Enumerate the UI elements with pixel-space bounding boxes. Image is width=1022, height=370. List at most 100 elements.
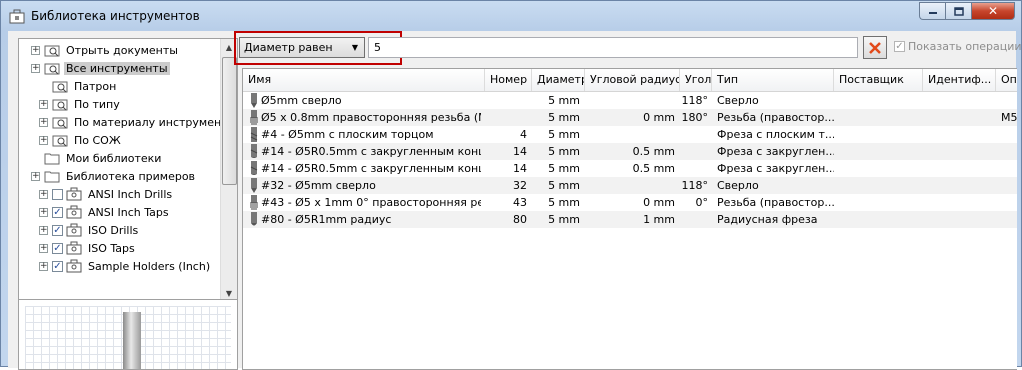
cell-op: M5 (1001, 111, 1017, 124)
cell-id (928, 143, 996, 160)
cell-vendor (839, 126, 923, 143)
library-icon (66, 205, 86, 219)
expand-icon[interactable]: + (39, 99, 48, 109)
column-header[interactable]: Угол (680, 69, 712, 91)
show-operations-toggle[interactable]: ✓ Показать операции (894, 40, 1022, 53)
tree-item[interactable]: + По материалу инструмента (39, 113, 236, 131)
tree-item[interactable]: + ✓ Sample Holders (Inch) (39, 257, 212, 275)
cell-corner-radius (585, 126, 675, 143)
table-header: Имя Номер Диаметр Угловой радиус Угол Тип Пост… (243, 69, 1017, 92)
show-operations-checkbox[interactable]: ✓ (894, 41, 905, 52)
column-header[interactable]: Диаметр (532, 69, 585, 91)
expand-icon[interactable]: + (39, 189, 48, 199)
tree-item-label: По материалу инструмента (74, 115, 235, 129)
tree-item[interactable]: + ✓ ANSI Inch Taps (39, 203, 171, 221)
cell-type: Фреза с закруглен... (717, 145, 834, 158)
tree-scroll-thumb[interactable] (222, 57, 237, 185)
tree-item[interactable]: Патрон (39, 77, 118, 95)
cell-number (485, 109, 527, 126)
table-row[interactable]: Ø5mm сверло 5 mm 118° Сверло (243, 92, 1017, 109)
chevron-down-icon: ▼ (351, 43, 358, 52)
library-checkbox[interactable]: ✓ (52, 242, 63, 254)
tree-item[interactable]: + По СОЖ (39, 131, 123, 149)
cell-number: 43 (513, 196, 527, 209)
clear-filter-button[interactable] (863, 36, 887, 59)
folder-icon (44, 151, 64, 165)
library-checkbox[interactable] (52, 188, 63, 200)
expand-icon[interactable]: + (39, 261, 48, 271)
expand-icon[interactable]: + (39, 117, 48, 127)
tree-item[interactable]: + По типу (39, 95, 122, 113)
column-header[interactable]: Номер (485, 69, 532, 91)
column-header[interactable]: Угловой радиус (585, 69, 680, 91)
table-row[interactable]: #14 - Ø5R0.5mm с закругленным концом 14 5 … (243, 160, 1017, 177)
maximize-button[interactable] (945, 2, 971, 20)
close-button[interactable]: ✕ (971, 2, 1015, 20)
by-material-icon (52, 115, 72, 129)
filter-value-input[interactable]: 5 (368, 37, 858, 58)
cell-type: Радиусная фреза (717, 213, 818, 226)
cell-type: Сверло (717, 94, 759, 107)
column-header[interactable]: Имя (243, 69, 485, 91)
tree-item-label: ANSI Inch Drills (88, 187, 173, 201)
column-header[interactable]: Оп (996, 69, 1017, 91)
cell-vendor (839, 109, 923, 126)
tree-item[interactable]: + ANSI Inch Drills (39, 185, 174, 203)
cell-angle: 180° (681, 111, 709, 124)
tree-item[interactable]: + Все инструменты (31, 59, 170, 77)
table-row[interactable]: #32 - Ø5mm сверло 32 5 mm 118° Сверло (243, 177, 1017, 194)
column-header[interactable]: Тип (712, 69, 834, 91)
tree-item-label: Все инструменты (64, 61, 170, 75)
tree-item[interactable]: + Библиотека примеров (31, 167, 197, 185)
show-operations-label: Показать операции (908, 40, 1022, 53)
cell-name: Ø5mm сверло (261, 94, 342, 107)
tree-item-label: Патрон (74, 79, 117, 93)
cell-vendor (839, 211, 923, 228)
cell-diameter: 5 mm (548, 111, 580, 124)
column-header[interactable]: Поставщик (834, 69, 923, 91)
table-row[interactable]: Ø5 x 0.8mm правосторонняя резьба (M5) 5 m… (243, 109, 1017, 126)
tree-item-label: ISO Drills (88, 223, 139, 237)
tree-item[interactable]: + ✓ ISO Drills (39, 221, 140, 239)
clear-x-icon (869, 41, 881, 54)
cell-id (928, 194, 996, 211)
tree-item-label: Мои библиотеки (66, 151, 162, 165)
title-bar[interactable]: Библиотека инструментов ✕ (1, 1, 1021, 31)
table-row[interactable]: #43 - Ø5 x 1mm 0° правосторонняя резьба 4… (243, 194, 1017, 211)
maximize-icon (953, 6, 964, 16)
column-header[interactable]: Идентиф... (923, 69, 996, 91)
table-row[interactable]: #14 - Ø5R0.5mm с закругленным концом 14 5 … (243, 143, 1017, 160)
expand-icon[interactable]: + (39, 207, 48, 217)
cell-corner-radius: 1 mm (643, 213, 675, 226)
expand-icon[interactable]: + (39, 135, 48, 145)
tree-item-label: По типу (74, 97, 120, 111)
table-row[interactable]: #4 - Ø5mm с плоским торцом 4 5 mm Фреза с п… (243, 126, 1017, 143)
tree-item[interactable]: Мои библиотеки (31, 149, 163, 167)
filter-criterion-dropdown[interactable]: Диаметр равен ▼ (239, 37, 365, 58)
cell-angle (680, 211, 708, 228)
library-checkbox[interactable]: ✓ (52, 206, 63, 218)
cell-name: #43 - Ø5 x 1mm 0° правосторонняя резьба (261, 196, 481, 209)
library-checkbox[interactable]: ✓ (52, 224, 63, 236)
cell-diameter: 5 mm (548, 179, 580, 192)
tree-vertical-scrollbar[interactable]: ▲ ▼ (220, 39, 237, 301)
tree-item[interactable]: + ✓ ISO Taps (39, 239, 137, 257)
window-client: + Отрыть документы + Все инструменты Патрон +… (8, 31, 1022, 370)
expand-icon[interactable]: + (31, 171, 40, 181)
table-row[interactable]: #80 - Ø5R1mm радиус 80 5 mm 1 mm Радиусная ф… (243, 211, 1017, 228)
cell-op (1001, 143, 1017, 160)
tree-item[interactable]: + Отрыть документы (31, 41, 180, 59)
expand-icon[interactable]: + (31, 45, 40, 55)
cell-type: Сверло (717, 179, 759, 192)
by-type-icon (52, 97, 72, 111)
cell-number: 4 (520, 128, 527, 141)
expand-icon[interactable]: + (39, 225, 48, 235)
expand-icon[interactable]: + (39, 243, 48, 253)
minimize-button[interactable] (919, 2, 945, 20)
cell-type: Резьба (правостор... (717, 196, 834, 209)
cell-id (928, 211, 996, 228)
tool-preview-shape (123, 312, 141, 369)
cell-op (1001, 160, 1017, 177)
library-checkbox[interactable]: ✓ (52, 260, 63, 272)
expand-icon[interactable]: + (31, 63, 40, 73)
